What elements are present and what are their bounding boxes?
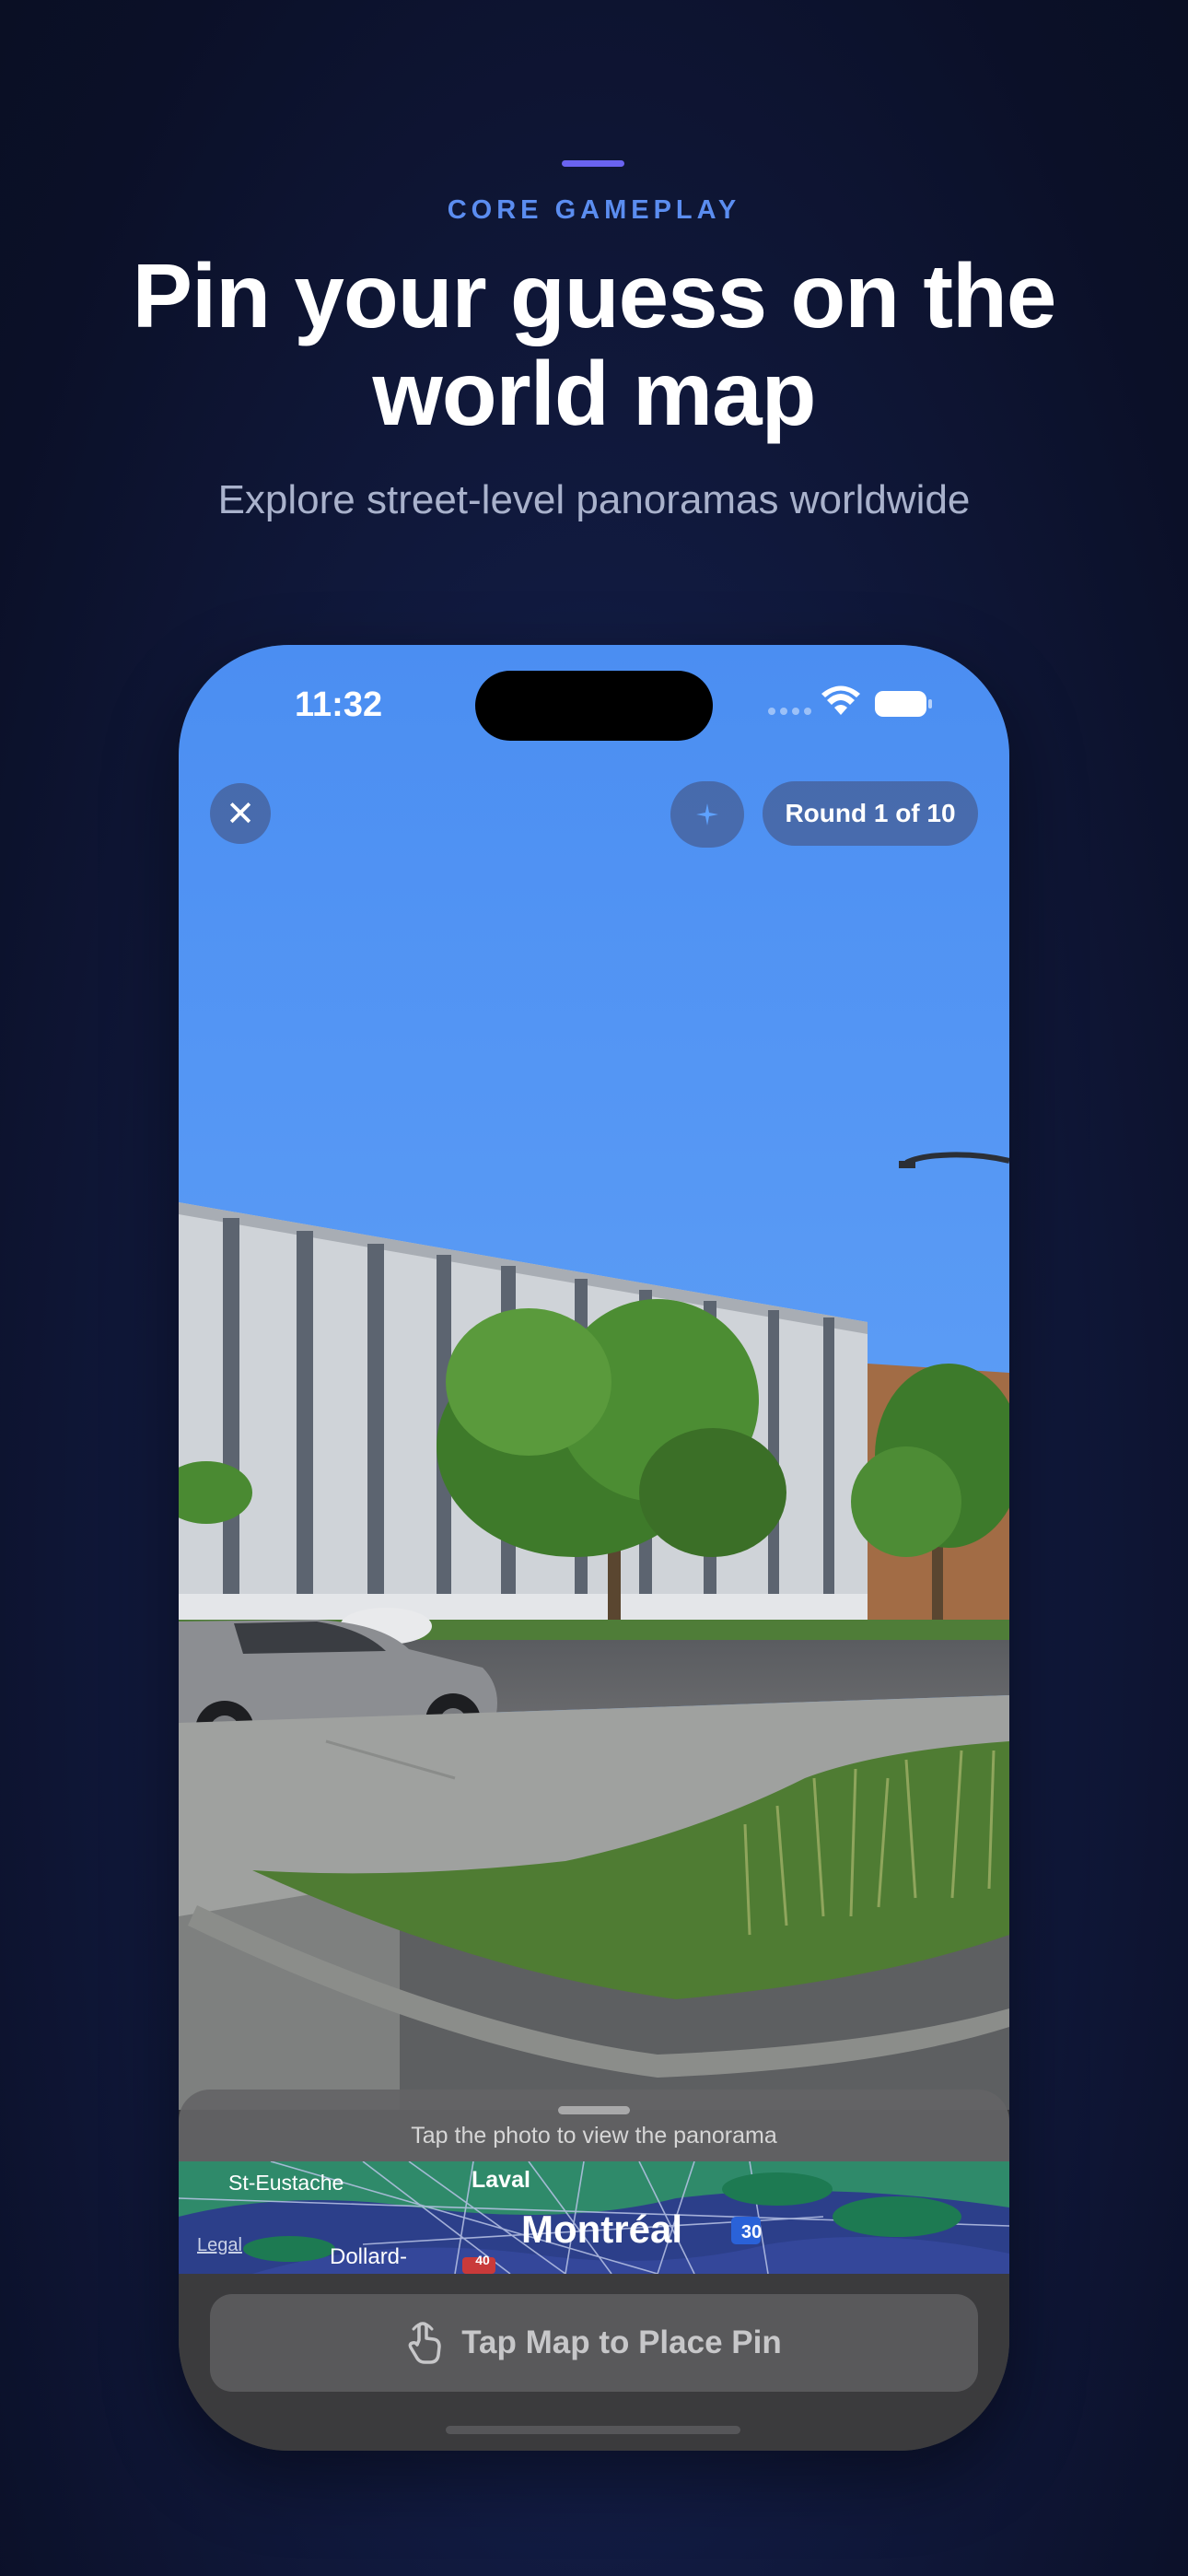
map-label-laval: Laval xyxy=(472,2167,530,2193)
map-label-montreal: Montréal xyxy=(521,2207,683,2251)
round-counter: Round 1 of 10 xyxy=(763,781,978,846)
hint-button[interactable] xyxy=(670,781,744,848)
sheet-grabber[interactable] xyxy=(558,2106,630,2114)
close-icon: ✕ xyxy=(226,794,255,834)
subheadline: Explore street-level panoramas worldwide xyxy=(217,477,971,522)
sheet-header[interactable]: Tap the photo to view the panorama xyxy=(179,2090,1009,2161)
place-pin-label: Tap Map to Place Pin xyxy=(461,2324,782,2360)
headline: Pin your guess on the world map xyxy=(0,247,1188,442)
map-label-st-eustache: St-Eustache xyxy=(228,2171,344,2195)
close-button[interactable]: ✕ xyxy=(210,783,271,844)
street-panorama[interactable] xyxy=(179,645,1009,2110)
map-legal-link[interactable]: Legal xyxy=(197,2235,242,2256)
home-indicator[interactable] xyxy=(446,2426,740,2434)
wifi-icon xyxy=(821,685,860,715)
guess-sheet: Tap the photo to view the panorama St-Eu… xyxy=(179,2090,1009,2451)
headline-line-2: world map xyxy=(372,343,816,444)
phone-frame: 11:32 ✕ Round 1 of 10 Tap the photo to v… xyxy=(179,645,1009,2451)
dynamic-island xyxy=(475,671,713,741)
hand-tap-icon xyxy=(408,2322,441,2364)
map-label-dollard: Dollard- xyxy=(330,2244,408,2269)
sheet-hint-text: Tap the photo to view the panorama xyxy=(411,2123,777,2149)
headline-line-1: Pin your guess on the xyxy=(132,245,1057,346)
highway-shield-40: 40 xyxy=(475,2253,490,2267)
sparkle-icon xyxy=(696,803,718,825)
eyebrow-label: CORE GAMEPLAY xyxy=(447,195,741,225)
place-pin-button[interactable]: Tap Map to Place Pin xyxy=(210,2294,978,2392)
status-time: 11:32 xyxy=(295,685,383,724)
highway-shield-30: 30 xyxy=(740,2222,763,2242)
accent-bar xyxy=(562,160,624,167)
cellular-signal-icon xyxy=(768,708,811,715)
battery-icon xyxy=(875,691,932,717)
